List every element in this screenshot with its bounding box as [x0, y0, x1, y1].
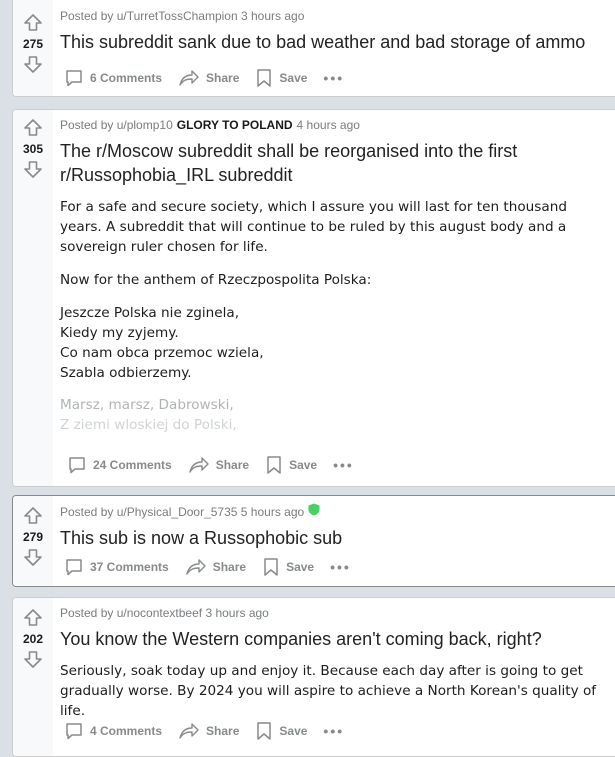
post-title[interactable]: This sub is now a Russophobic sub — [60, 526, 611, 550]
upvote-icon[interactable] — [23, 608, 43, 628]
vote-column: 202 — [13, 598, 53, 756]
save-button[interactable]: Save — [251, 716, 311, 746]
post-time[interactable]: 4 hours ago — [297, 117, 360, 133]
share-button[interactable]: Share — [184, 450, 253, 480]
comments-label: 24 Comments — [93, 458, 172, 472]
comment-icon — [66, 723, 82, 740]
save-label: Save — [286, 560, 315, 574]
vote-count: 202 — [22, 632, 44, 646]
comments-button[interactable]: 37 Comments — [60, 552, 173, 582]
post-title[interactable]: The r/Moscow subreddit shall be reorgani… — [60, 139, 611, 187]
more-options-button[interactable]: ••• — [326, 559, 355, 575]
vote-count: 279 — [22, 530, 44, 544]
save-label: Save — [279, 724, 308, 738]
post-card[interactable]: 202 Posted by u/nocontextbeef 3 hours ag… — [12, 597, 615, 757]
author-link[interactable]: Posted by u/plomp10 — [60, 117, 173, 133]
save-icon — [257, 69, 272, 87]
body-paragraph: For a safe and secure society, which I a… — [60, 199, 567, 255]
post-meta: Posted by u/plomp10 GLORY TO POLAND 4 ho… — [60, 117, 611, 133]
downvote-icon[interactable] — [23, 649, 43, 669]
verse-line: Co nam obca przemoc wziela, — [60, 345, 264, 361]
post-time[interactable]: 3 hours ago — [205, 605, 268, 621]
vote-count: 305 — [22, 142, 44, 156]
save-button[interactable]: Save — [251, 63, 311, 93]
post-actions: 24 Comments Share Save ••• — [63, 450, 358, 480]
author-link[interactable]: Posted by u/TurretTossChampion — [60, 8, 238, 24]
post-card[interactable]: 305 Posted by u/plomp10 GLORY TO POLAND … — [12, 109, 615, 487]
post-time[interactable]: 3 hours ago — [241, 8, 304, 24]
comments-label: 4 Comments — [90, 724, 163, 738]
save-button[interactable]: Save — [258, 552, 318, 582]
downvote-icon[interactable] — [23, 159, 43, 179]
upvote-icon[interactable] — [23, 13, 43, 33]
share-icon — [179, 70, 199, 86]
post-content: Posted by u/nocontextbeef 3 hours ago Yo… — [60, 598, 611, 734]
post-content: Posted by u/Physical_Door_5735 5 hours a… — [60, 496, 611, 550]
anthem-verse: Jeszcze Polska nie zginela, Kiedy my zyj… — [60, 303, 611, 383]
post-actions: 4 Comments Share Save ••• — [60, 716, 348, 746]
save-button[interactable]: Save — [261, 450, 321, 480]
save-icon — [257, 722, 272, 740]
vote-column: 275 — [13, 0, 53, 96]
share-icon — [186, 559, 206, 575]
upvote-icon[interactable] — [23, 118, 43, 138]
post-meta: Posted by u/TurretTossChampion 3 hours a… — [60, 8, 611, 24]
vote-column: 279 — [13, 496, 53, 586]
post-actions: 37 Comments Share Save ••• — [60, 552, 355, 582]
verse-line: Szabla odbierzemy. — [60, 365, 192, 381]
comments-label: 6 Comments — [90, 71, 163, 85]
post-card[interactable]: 275 Posted by u/TurretTossChampion 3 hou… — [12, 0, 615, 97]
post-meta: Posted by u/nocontextbeef 3 hours ago — [60, 605, 611, 621]
post-actions: 6 Comments Share Save ••• — [60, 63, 348, 93]
author-link[interactable]: Posted by u/nocontextbeef — [60, 605, 202, 621]
share-button[interactable]: Share — [174, 716, 243, 746]
vote-count: 275 — [22, 37, 44, 51]
post-body: For a safe and secure society, which I a… — [60, 197, 611, 435]
upvote-icon[interactable] — [23, 506, 43, 526]
verse-line: Marsz, marsz, Dabrowski, — [60, 397, 234, 413]
comments-label: 37 Comments — [90, 560, 169, 574]
share-button[interactable]: Share — [181, 552, 250, 582]
verse-line: Jeszcze Polska nie zginela, — [60, 305, 240, 321]
more-options-button[interactable]: ••• — [319, 70, 348, 86]
comments-button[interactable]: 24 Comments — [63, 450, 176, 480]
verse-line: Z ziemi wloskiej do Polski, — [60, 417, 237, 433]
save-label: Save — [279, 71, 308, 85]
body-paragraph: Now for the anthem of Rzeczpospolita Pol… — [60, 272, 372, 288]
post-body: Seriously, soak today up and enjoy it. B… — [60, 661, 611, 721]
post-title[interactable]: You know the Western companies aren't co… — [60, 627, 611, 651]
comments-button[interactable]: 4 Comments — [60, 716, 166, 746]
user-flair: GLORY TO POLAND — [176, 118, 293, 132]
more-options-button[interactable]: ••• — [319, 723, 348, 739]
mod-shield-icon — [308, 503, 320, 520]
save-icon — [264, 558, 278, 576]
share-icon — [189, 457, 209, 473]
comment-icon — [66, 559, 82, 576]
post-content: Posted by u/plomp10 GLORY TO POLAND 4 ho… — [60, 110, 611, 448]
share-label: Share — [206, 71, 240, 85]
comments-button[interactable]: 6 Comments — [60, 63, 166, 93]
post-meta: Posted by u/Physical_Door_5735 5 hours a… — [60, 503, 611, 520]
save-icon — [267, 456, 281, 474]
faded-verse: Marsz, marsz, Dabrowski, Z ziemi wloskie… — [60, 395, 611, 435]
share-button[interactable]: Share — [174, 63, 243, 93]
share-icon — [179, 723, 199, 739]
verse-line: Kiedy my zyjemy. — [60, 325, 179, 341]
downvote-icon[interactable] — [23, 547, 43, 567]
vote-column: 305 — [13, 110, 53, 486]
share-label: Share — [215, 458, 250, 472]
body-paragraph: Seriously, soak today up and enjoy it. B… — [60, 663, 597, 719]
share-label: Share — [206, 724, 240, 738]
author-link[interactable]: Posted by u/Physical_Door_5735 — [60, 504, 237, 520]
save-label: Save — [289, 458, 318, 472]
post-time[interactable]: 5 hours ago — [241, 504, 304, 520]
downvote-icon[interactable] — [23, 54, 43, 74]
share-label: Share — [212, 560, 247, 574]
more-options-button[interactable]: ••• — [329, 457, 358, 473]
comment-icon — [69, 457, 85, 474]
post-title[interactable]: This subreddit sank due to bad weather a… — [60, 30, 611, 54]
post-content: Posted by u/TurretTossChampion 3 hours a… — [60, 1, 611, 54]
post-card[interactable]: 279 Posted by u/Physical_Door_5735 5 hou… — [12, 495, 615, 587]
comment-icon — [66, 70, 82, 87]
